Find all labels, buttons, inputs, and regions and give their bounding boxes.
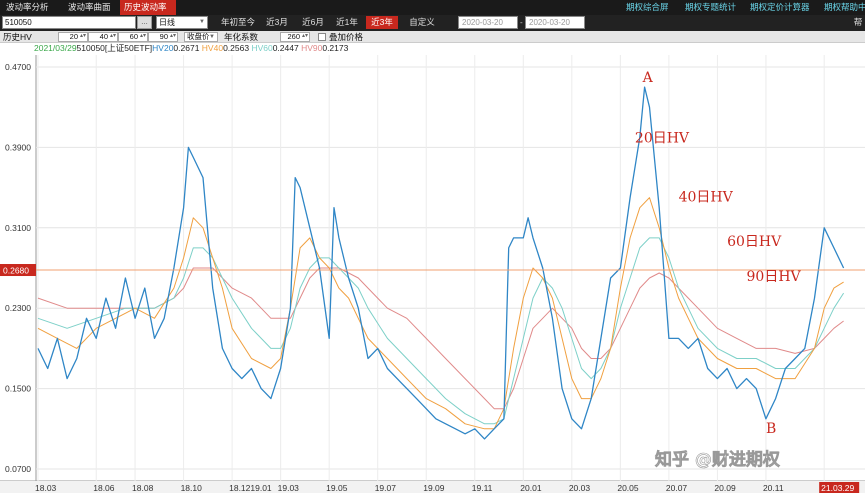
y-tick-label: 0.4700 (5, 62, 31, 72)
x-tick-label: 18.06 (93, 483, 115, 493)
x-tick-label: 21.03.29 (821, 483, 854, 493)
x-tick-label: 19.07 (375, 483, 397, 493)
chart-annotation: 40日HV (679, 190, 734, 206)
x-tick-label: 19.11 (472, 483, 493, 493)
x-tick-label: 20.01 (520, 483, 542, 493)
x-tick-label: 20.03 (569, 483, 591, 493)
x-tick-label: 19.09 (423, 483, 445, 493)
watermark-text: 知乎 @财进期权 (654, 449, 781, 470)
chart-annotation: 90日HV (747, 269, 802, 285)
x-tick-label: 18.08 (132, 483, 154, 493)
x-tick-label: 20.09 (714, 483, 736, 493)
x-tick-label: 19.03 (278, 483, 300, 493)
x-tick-label: 18.03 (35, 483, 57, 493)
x-tick-label: 20.05 (617, 483, 639, 493)
y-tick-label: 0.3900 (5, 142, 31, 152)
y-tick-label: 0.2300 (5, 303, 31, 313)
crosshair-label: 0.2680 (3, 266, 29, 276)
chart-annotation: A (642, 70, 654, 86)
x-tick-label: 18.10 (181, 483, 203, 493)
y-tick-label: 0.1500 (5, 384, 31, 394)
chart-annotation: 60日HV (727, 234, 782, 250)
y-tick-label: 0.3100 (5, 223, 31, 233)
chart-annotation: 20日HV (635, 130, 690, 146)
plot-area (36, 55, 865, 481)
x-tick-label: 19.05 (326, 483, 348, 493)
x-tick-label: 18.1219.01 (229, 483, 272, 493)
hv-line-chart[interactable]: 0.4700 0.3900 0.3100 0.2300 0.1500 0.0700 18.0… (0, 0, 865, 493)
chart-annotation: B (766, 421, 776, 437)
y-tick-label: 0.0700 (5, 464, 31, 474)
x-tick-label: 20.11 (763, 483, 784, 493)
x-tick-label: 20.07 (666, 483, 688, 493)
